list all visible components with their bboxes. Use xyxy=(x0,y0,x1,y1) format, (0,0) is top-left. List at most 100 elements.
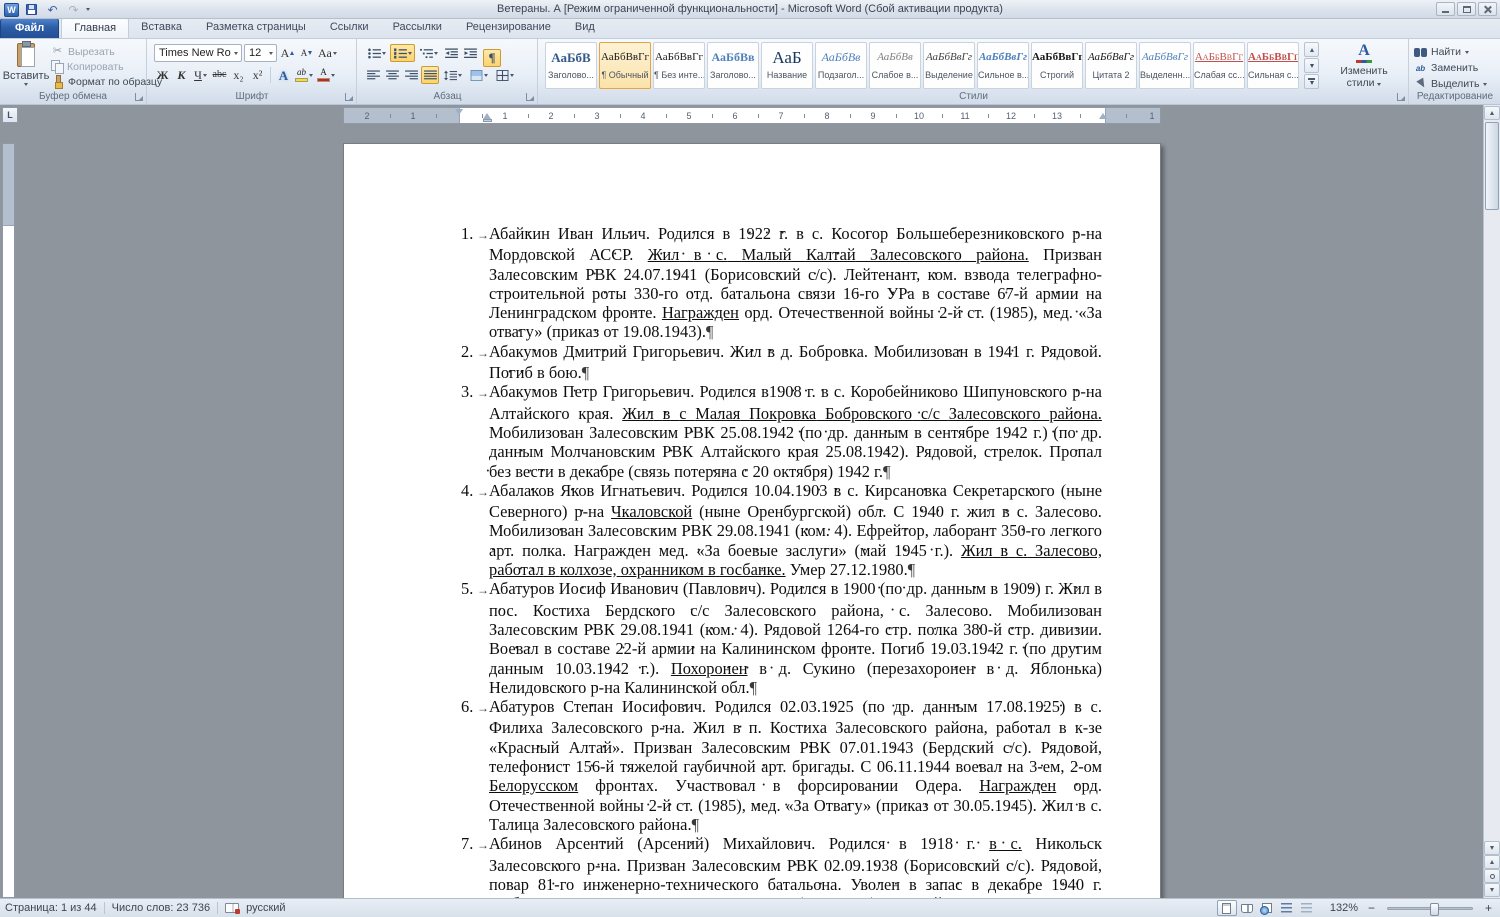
numbering-button[interactable] xyxy=(390,44,415,62)
style-item[interactable]: АаБбВвГг Цитата 2 xyxy=(1085,42,1137,89)
tab-4[interactable]: Ссылки xyxy=(318,18,381,38)
paragraph[interactable]: 2.→Абакумов Дмитрий Григорьевич. Жил в д… xyxy=(461,342,1102,383)
select-browse-object-button[interactable] xyxy=(1484,869,1500,883)
shrink-font-button[interactable]: А xyxy=(298,44,315,62)
tab-7[interactable]: Вид xyxy=(563,18,607,38)
previous-page-button[interactable] xyxy=(1484,855,1500,869)
paragraph[interactable]: 4.→Абалаков Яков Игнатьевич. Родился 10.… xyxy=(461,481,1102,579)
zoom-slider-thumb[interactable] xyxy=(1430,902,1439,916)
styles-more-button[interactable] xyxy=(1304,74,1319,89)
style-item[interactable]: АаБбВвГг Выделение xyxy=(923,42,975,89)
undo-button[interactable]: ↶ xyxy=(44,2,61,17)
minimize-button[interactable] xyxy=(1436,2,1455,16)
tab-6[interactable]: Рецензирование xyxy=(454,18,563,38)
superscript-button[interactable]: x² xyxy=(249,66,266,84)
redo-button[interactable]: ↷ xyxy=(65,2,82,17)
paragraph[interactable]: 3.→Абакумов Петр Григорьевич. Родился в1… xyxy=(461,382,1102,480)
subscript-button[interactable]: x₂ xyxy=(230,66,247,84)
style-item[interactable]: АаБбВвГг ¶ Без инте... xyxy=(653,42,705,89)
paragraph[interactable]: 6.→Абатуров Степан Иосифович. Родился 02… xyxy=(461,697,1102,834)
zoom-level[interactable]: 132% xyxy=(1330,902,1358,914)
select-button[interactable]: Выделить xyxy=(1414,78,1488,90)
show-formatting-marks-button[interactable]: ¶ xyxy=(483,49,501,67)
left-indent-marker[interactable] xyxy=(483,119,492,122)
style-item[interactable]: АаБбВвГг Слабая сс... xyxy=(1193,42,1245,89)
grow-font-button[interactable]: А xyxy=(279,44,296,62)
vertical-scrollbar[interactable] xyxy=(1483,105,1500,898)
qat-customize-caret[interactable] xyxy=(86,8,90,11)
zoom-in-button[interactable]: + xyxy=(1482,902,1495,914)
strikethrough-button[interactable]: abc xyxy=(211,66,228,84)
increase-indent-button[interactable] xyxy=(461,44,479,62)
borders-button[interactable] xyxy=(492,66,517,84)
language-indicator[interactable]: русский xyxy=(246,902,285,914)
style-item[interactable]: АаБбВвГг Сильная с... xyxy=(1247,42,1299,89)
style-item[interactable]: АаБбВв Подзагол... xyxy=(815,42,867,89)
style-item[interactable]: АаБбВв Заголово... xyxy=(707,42,759,89)
align-center-button[interactable] xyxy=(383,66,401,84)
tab-5[interactable]: Рассылки xyxy=(381,18,454,38)
document-page[interactable]: 1.→Абайкин Иван Ильич. Родился в 1922 г.… xyxy=(343,143,1161,898)
style-item[interactable]: АаБбВвГг ¶ Обычный xyxy=(599,42,651,89)
font-size-select[interactable]: 12 xyxy=(244,44,277,62)
proofing-status-icon[interactable] xyxy=(225,903,241,914)
bullets-button[interactable] xyxy=(364,44,389,62)
format-painter-button[interactable]: Формат по образцу xyxy=(51,74,162,89)
font-dialog-launcher[interactable] xyxy=(345,93,353,101)
font-color-button[interactable]: А xyxy=(316,66,336,84)
paragraph[interactable]: 1.→Абайкин Иван Ильич. Родился в 1922 г.… xyxy=(461,224,1102,342)
style-item[interactable]: АаБбВвГг Сильное в... xyxy=(977,42,1029,89)
text-effects-button[interactable]: А xyxy=(275,66,292,84)
align-right-button[interactable] xyxy=(402,66,420,84)
style-item[interactable]: АаБ Название xyxy=(761,42,813,89)
font-name-select[interactable]: Times New Ro xyxy=(154,44,242,62)
change-case-button[interactable]: Аа xyxy=(317,44,338,62)
highlight-color-button[interactable]: ab xyxy=(294,66,314,84)
shading-button[interactable] xyxy=(466,66,491,84)
scroll-down-button[interactable] xyxy=(1484,841,1500,855)
find-button[interactable]: Найти xyxy=(1414,46,1469,58)
cut-button[interactable]: ✂ Вырезать xyxy=(51,44,162,59)
paragraph[interactable]: 7.→Абинов Арсентий (Арсений) Михайлович.… xyxy=(461,834,1102,898)
line-spacing-button[interactable] xyxy=(440,66,465,84)
multilevel-list-button[interactable] xyxy=(416,44,441,62)
web-layout-view-button[interactable] xyxy=(1257,900,1277,916)
replace-button[interactable]: ab Заменить xyxy=(1414,62,1478,74)
align-left-button[interactable] xyxy=(364,66,382,84)
horizontal-ruler[interactable]: 1 2 3 4 5 6 7 8 9 10 11 12 13 1 2 1 xyxy=(343,107,1161,124)
style-item[interactable]: АаБбВвГг Выделенн... xyxy=(1139,42,1191,89)
paragraph[interactable]: 5.→Абатуров Иосиф Иванович (Павлович). Р… xyxy=(461,579,1102,697)
tab-selector[interactable]: L xyxy=(2,107,18,123)
word-count[interactable]: Число слов: 23 736 xyxy=(112,902,210,914)
right-indent-marker[interactable] xyxy=(1099,113,1107,119)
page-indicator[interactable]: Страница: 1 из 44 xyxy=(5,902,97,914)
outline-view-button[interactable] xyxy=(1277,900,1297,916)
styles-dialog-launcher[interactable] xyxy=(1397,93,1405,101)
underline-button[interactable]: Ч xyxy=(192,66,209,84)
styles-scroll-down-button[interactable] xyxy=(1304,58,1319,73)
clipboard-dialog-launcher[interactable] xyxy=(135,93,143,101)
zoom-slider[interactable] xyxy=(1387,902,1473,916)
copy-button[interactable]: Копировать xyxy=(51,59,162,74)
justify-button[interactable] xyxy=(421,66,439,84)
bold-button[interactable]: Ж xyxy=(154,66,171,84)
scrollbar-thumb[interactable] xyxy=(1485,122,1499,210)
draft-view-button[interactable] xyxy=(1297,900,1317,916)
save-button[interactable] xyxy=(23,2,40,17)
style-item[interactable]: АаБбВв Слабое в... xyxy=(869,42,921,89)
zoom-out-button[interactable]: − xyxy=(1365,902,1378,914)
styles-scroll-up-button[interactable] xyxy=(1304,42,1319,57)
tab-2[interactable]: Вставка xyxy=(129,18,194,38)
maximize-button[interactable] xyxy=(1457,2,1476,16)
tab-0[interactable]: Файл xyxy=(0,18,60,38)
tab-1[interactable]: Главная xyxy=(61,18,130,38)
close-button[interactable] xyxy=(1478,2,1497,16)
word-app-icon[interactable]: W xyxy=(4,2,19,17)
print-layout-view-button[interactable] xyxy=(1216,900,1237,916)
first-line-indent-marker[interactable] xyxy=(455,109,463,115)
paragraph-dialog-launcher[interactable] xyxy=(526,93,534,101)
italic-button[interactable]: К xyxy=(173,66,190,84)
fullscreen-reading-view-button[interactable] xyxy=(1237,900,1257,916)
tab-3[interactable]: Разметка страницы xyxy=(194,18,318,38)
paste-caret[interactable] xyxy=(24,83,28,86)
